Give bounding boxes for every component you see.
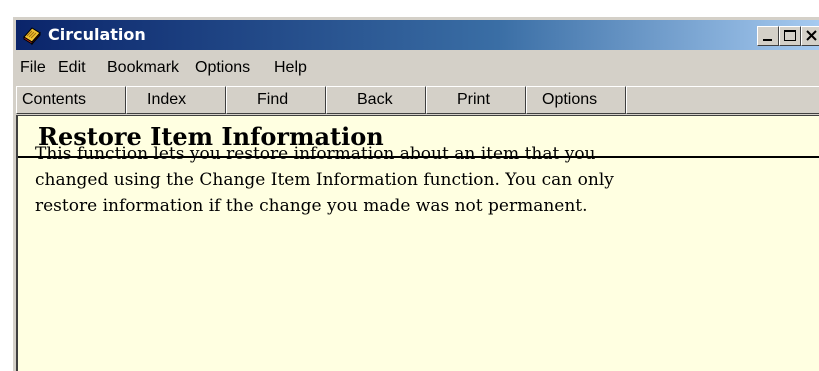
topic-paragraph: This function lets you restore informati…	[35, 141, 775, 219]
find-label: Find	[257, 91, 289, 108]
menu-file[interactable]: File	[20, 59, 46, 77]
back-label: Back	[357, 91, 393, 108]
find-button[interactable]: Find	[226, 86, 326, 114]
title-bar[interactable]: Circulation	[16, 20, 819, 50]
options-label: Options	[542, 91, 598, 108]
help-book-icon	[21, 24, 43, 46]
menu-bookmark[interactable]: Bookmark	[107, 59, 179, 77]
contents-label: Contents	[22, 91, 87, 108]
help-window: Circulation File Edit Bookmark Options H…	[12, 16, 819, 371]
index-button[interactable]: Index	[126, 86, 226, 114]
help-toolbar: Contents Index Find Back Print Options	[16, 85, 819, 115]
paragraph-line: changed using the Change Item Informatio…	[35, 170, 614, 190]
paragraph-line: This function lets you restore informati…	[35, 144, 596, 164]
menu-help[interactable]: Help	[274, 59, 307, 77]
minimize-button[interactable]	[757, 26, 779, 46]
window-title: Circulation	[48, 25, 146, 44]
options-button[interactable]: Options	[526, 86, 626, 114]
menu-edit[interactable]: Edit	[58, 59, 86, 77]
close-button[interactable]	[801, 26, 819, 46]
contents-button[interactable]: Contents	[16, 86, 126, 114]
maximize-button[interactable]	[779, 26, 801, 46]
print-label: Print	[457, 91, 490, 108]
toolbar-empty-area	[626, 86, 819, 114]
paragraph-line: restore information if the change you ma…	[35, 196, 588, 216]
print-button[interactable]: Print	[426, 86, 526, 114]
menu-options[interactable]: Options	[195, 59, 250, 77]
menu-bar: File Edit Bookmark Options Help	[16, 54, 819, 82]
index-label: Index	[147, 91, 187, 108]
back-button[interactable]: Back	[326, 86, 426, 114]
